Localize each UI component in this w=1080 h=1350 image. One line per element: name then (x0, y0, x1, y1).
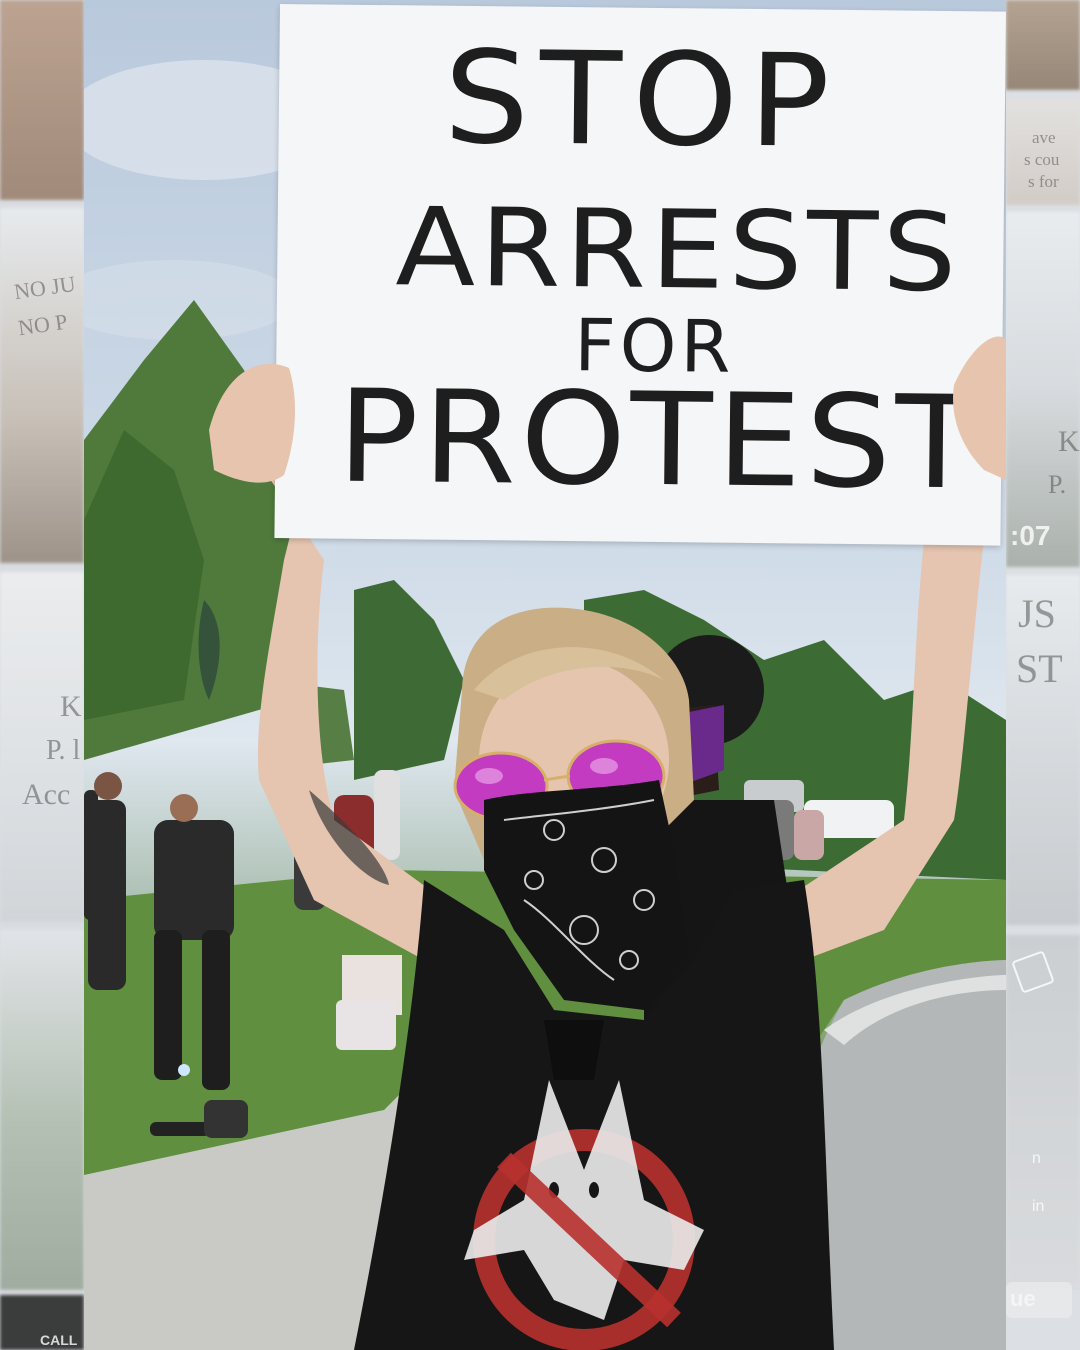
right-small-text-2: in (1032, 1198, 1045, 1215)
right-blurred-strip: ave s cou s for K P. :07 JS ST n in ue (1006, 0, 1080, 1350)
left-sign-text-4: P. l (46, 735, 81, 766)
left-thumb-1 (0, 0, 84, 200)
right-sign-text-1: ave (1032, 128, 1056, 147)
right-button-text: ue (1010, 1286, 1036, 1311)
right-small-text-1: n (1032, 1150, 1041, 1167)
right-thumb-1 (1006, 0, 1080, 90)
right-sign-text-2: s cou (1024, 150, 1060, 169)
instagram-post-frame: NO JU NO P K P. l Acc CALL STOP ARRESTS … (0, 0, 1080, 1350)
tree-mid (354, 580, 464, 780)
right-button: ue (1006, 1282, 1072, 1318)
right-sign-text-6: JS (1018, 591, 1056, 636)
right-sign-text-7: ST (1016, 646, 1063, 691)
right-sign-text-3: s for (1028, 172, 1059, 191)
right-sign-text-5: P. (1048, 470, 1067, 499)
protest-sign: STOP ARRESTS FOR PROTEST (274, 4, 1006, 546)
left-blurred-strip: NO JU NO P K P. l Acc CALL (0, 0, 84, 1350)
sign-line-arrests: ARRESTS (395, 185, 962, 317)
right-thumb-3 (1006, 212, 1080, 567)
left-thumb-2 (0, 208, 84, 563)
sign-line-protest: PROTEST (336, 362, 983, 519)
left-thumb-4 (0, 930, 84, 1290)
protest-photo: STOP ARRESTS FOR PROTEST (84, 0, 1006, 1350)
left-sign-text-5: Acc (22, 778, 71, 811)
left-sign-text-3: K (60, 690, 82, 723)
left-bottom-text: CALL (40, 1332, 78, 1348)
right-thumb-5 (1006, 935, 1080, 1290)
right-sign-text-4: K (1058, 425, 1080, 458)
right-timestamp: :07 (1010, 520, 1051, 551)
sign-line-stop: STOP (443, 23, 841, 177)
